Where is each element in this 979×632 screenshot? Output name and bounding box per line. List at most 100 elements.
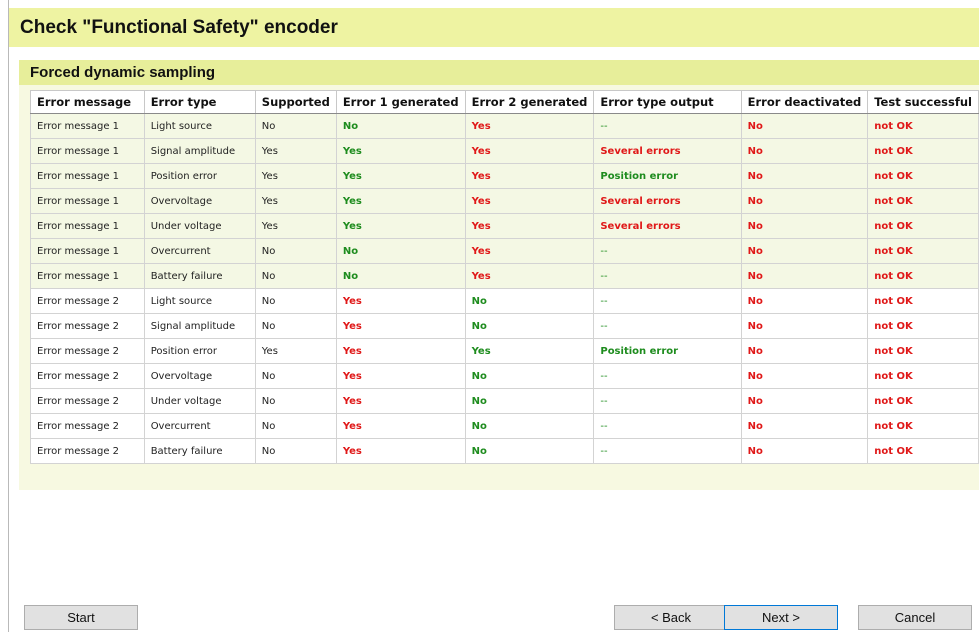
next-button[interactable]: Next > [724,605,838,630]
table-row[interactable]: Error message 2 Under voltage No Yes No -- No n… [30,388,979,414]
cell-error-type: Overcurrent [143,238,256,264]
table-row[interactable]: Error message 1 Overvoltage Yes Yes Yes Sever… [30,188,979,214]
table-row[interactable]: Error message 2 Overvoltage No Yes No -- No not… [30,363,979,389]
start-button[interactable]: Start [24,605,138,630]
cell-value: Error message 2 [37,445,120,457]
cell-value: Yes [342,170,362,182]
cell-value: Yes [342,220,362,232]
cell-value: Error message 1 [37,195,120,207]
cell-error-deactivated: No [740,413,869,439]
cell-test-successful: not OK [867,163,979,189]
cell-value: -- [600,270,608,282]
cell-value: Light source [150,120,213,132]
cell-error-type: Under voltage [143,388,256,414]
cell-value: not OK [874,395,913,407]
cell-error-2-generated: No [464,388,595,414]
cancel-button[interactable]: Cancel [858,605,972,630]
section-header: Forced dynamic sampling [19,60,979,85]
cell-error-deactivated: No [740,163,869,189]
table-row[interactable]: Error message 1 Position error Yes Yes Yes Po… [30,163,979,189]
cell-error-message: Error message 2 [30,313,145,339]
cell-error-deactivated: No [740,363,869,389]
column-header-error-type-output[interactable]: Error type output [593,90,742,114]
cell-error-2-generated: Yes [464,163,595,189]
table-row[interactable]: Error message 1 Signal amplitude Yes Yes Yes… [30,138,979,164]
cell-error-1-generated: No [335,238,466,264]
cell-error-2-generated: Yes [464,138,595,164]
cell-value: Error message 1 [37,270,120,282]
cell-value: Position error [600,345,679,357]
cell-value: Yes [342,295,362,307]
cell-value: No [747,420,763,432]
title-bar: Check "Functional Safety" encoder [9,8,979,47]
cell-test-successful: not OK [867,188,979,214]
cell-error-1-generated: Yes [335,388,466,414]
cell-test-successful: not OK [867,288,979,314]
cell-error-message: Error message 2 [30,413,145,439]
cell-value: Yes [471,220,491,232]
cell-value: No [747,120,763,132]
cell-value: not OK [874,220,913,232]
cell-value: Yes [342,445,362,457]
cell-value: not OK [874,245,913,257]
cell-value: Yes [471,170,491,182]
column-header-error-type[interactable]: Error type [143,90,256,114]
cell-value: -- [600,420,608,432]
cell-test-successful: not OK [867,113,979,139]
cell-error-deactivated: No [740,188,869,214]
cell-value: Yes [471,195,491,207]
cell-error-2-generated: Yes [464,113,595,139]
cell-supported: No [254,313,337,339]
table-row[interactable]: Error message 2 Light source No Yes No -- No no… [30,288,979,314]
cell-value: No [747,220,763,232]
table-row[interactable]: Error message 1 Battery failure No No Yes -- N… [30,263,979,289]
cell-error-deactivated: No [740,313,869,339]
cell-error-type-output: -- [593,263,742,289]
cell-value: Battery failure [150,445,223,457]
cell-error-2-generated: Yes [464,263,595,289]
table-row[interactable]: Error message 2 Signal amplitude No Yes No --… [30,313,979,339]
column-header-error-message[interactable]: Error message [30,90,145,114]
cell-error-type: Overcurrent [143,413,256,439]
cell-value: Yes [342,420,362,432]
cell-value: Several errors [600,145,681,157]
table-row[interactable]: Error message 1 Under voltage Yes Yes Yes Sev… [30,213,979,239]
cell-value: Several errors [600,195,681,207]
cell-value: Yes [342,370,362,382]
cell-error-2-generated: Yes [464,213,595,239]
cell-error-deactivated: No [740,288,869,314]
table-row[interactable]: Error message 2 Position error Yes Yes Yes Po… [30,338,979,364]
column-header-test-successful[interactable]: Test successful [867,90,979,114]
cell-error-1-generated: Yes [335,188,466,214]
cell-error-type-output: Several errors [593,213,742,239]
cell-supported: No [254,238,337,264]
cell-value: Error message 1 [37,145,120,157]
table-row[interactable]: Error message 1 Overcurrent No No Yes -- No not… [30,238,979,264]
back-button[interactable]: < Back [614,605,728,630]
cell-value: -- [600,370,608,382]
cell-error-deactivated: No [740,238,869,264]
cell-error-1-generated: Yes [335,213,466,239]
cell-error-1-generated: Yes [335,413,466,439]
table-row[interactable]: Error message 2 Battery failure No Yes No -- N… [30,438,979,464]
cell-value: Error message 1 [37,120,120,132]
cell-error-message: Error message 1 [30,138,145,164]
table-row[interactable]: Error message 2 Overcurrent No Yes No -- No not… [30,413,979,439]
column-header-error-deactivated[interactable]: Error deactivated [740,90,869,114]
cell-value: No [471,395,487,407]
column-header-supported[interactable]: Supported [254,90,337,114]
cell-error-message: Error message 1 [30,213,145,239]
cell-value: Position error [150,170,218,182]
cell-value: No [747,445,763,457]
cell-error-message: Error message 1 [30,263,145,289]
cell-value: No [471,320,487,332]
column-header-error-1-generated[interactable]: Error 1 generated [335,90,466,114]
cell-error-2-generated: No [464,288,595,314]
column-header-error-2-generated[interactable]: Error 2 generated [464,90,595,114]
cell-value: Signal amplitude [150,145,236,157]
cell-value: No [261,395,276,407]
table-row[interactable]: Error message 1 Light source No No Yes -- No no… [30,113,979,139]
cell-value: No [747,170,763,182]
cell-error-type-output: -- [593,313,742,339]
cell-error-type-output: -- [593,388,742,414]
